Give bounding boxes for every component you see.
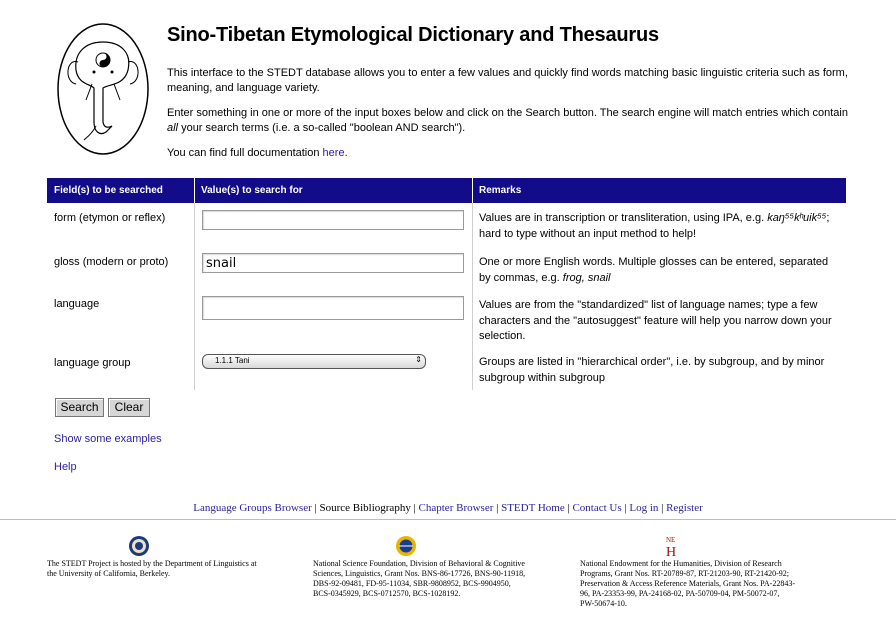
footer-link-language-groups[interactable]: Language Groups Browser <box>193 502 312 514</box>
gloss-remark: One or more English words. Multiple glos… <box>479 256 829 284</box>
form-input[interactable] <box>202 210 464 230</box>
stedt-elephant-logo <box>57 23 149 155</box>
gloss-label: gloss (modern or proto) <box>54 256 169 268</box>
intro-search-text: Enter something in one or more of the in… <box>167 107 848 134</box>
clear-button[interactable]: Clear <box>108 398 150 417</box>
column-header-remarks: Remarks <box>479 185 522 196</box>
table-header: Field(s) to be searched Value(s) to sear… <box>47 178 846 203</box>
form-remark: Values are in transcription or translite… <box>479 212 830 240</box>
language-group-remark: Groups are listed in "hierarchical order… <box>479 356 825 384</box>
show-examples-link[interactable]: Show some examples <box>54 433 162 445</box>
select-arrows-icon: ⇕ <box>415 355 422 364</box>
nsf-credit: National Science Foundation, Division of… <box>313 559 526 598</box>
language-group-select[interactable]: 1.1.1 Tani ⇕ <box>202 354 426 369</box>
language-remark: Values are from the "standardized" list … <box>479 299 832 342</box>
footer-link-home[interactable]: STEDT Home <box>501 502 565 514</box>
form-label: form (etymon or reflex) <box>54 212 166 224</box>
ucb-credit: The STEDT Project is hosted by the Depar… <box>47 559 257 578</box>
help-link[interactable]: Help <box>54 461 77 473</box>
column-header-values: Value(s) to search for <box>201 185 303 196</box>
gloss-input[interactable]: snail <box>202 253 464 273</box>
language-label: language <box>54 298 100 310</box>
svg-text:H: H <box>666 545 676 558</box>
language-group-label: language group <box>54 357 131 369</box>
language-input[interactable] <box>202 296 464 320</box>
nsf-logo-icon <box>396 536 416 556</box>
intro-text: This interface to the STEDT database all… <box>167 67 848 94</box>
footer-link-contact[interactable]: Contact Us <box>572 502 621 514</box>
footer-nav: Language Groups Browser | Source Bibliog… <box>193 502 703 514</box>
documentation-link[interactable]: here <box>323 147 345 159</box>
footer-link-login[interactable]: Log in <box>629 502 658 514</box>
footer-link-chapter-browser[interactable]: Chapter Browser <box>419 502 494 514</box>
neh-credit: National Endowment for the Humanities, D… <box>580 559 795 608</box>
footer-link-bibliography[interactable]: Source Bibliography <box>319 502 410 514</box>
svg-text:NE: NE <box>666 536 675 544</box>
footer-link-register[interactable]: Register <box>666 502 703 514</box>
page-title: Sino-Tibetan Etymological Dictionary and… <box>167 24 659 46</box>
column-header-fields: Field(s) to be searched <box>54 185 163 196</box>
footer-divider <box>0 519 896 520</box>
search-button[interactable]: Search <box>55 398 104 417</box>
neh-logo-icon: NE H <box>666 536 676 558</box>
documentation-text: You can find full documentation here. <box>167 147 348 159</box>
uc-seal-icon <box>129 536 149 556</box>
